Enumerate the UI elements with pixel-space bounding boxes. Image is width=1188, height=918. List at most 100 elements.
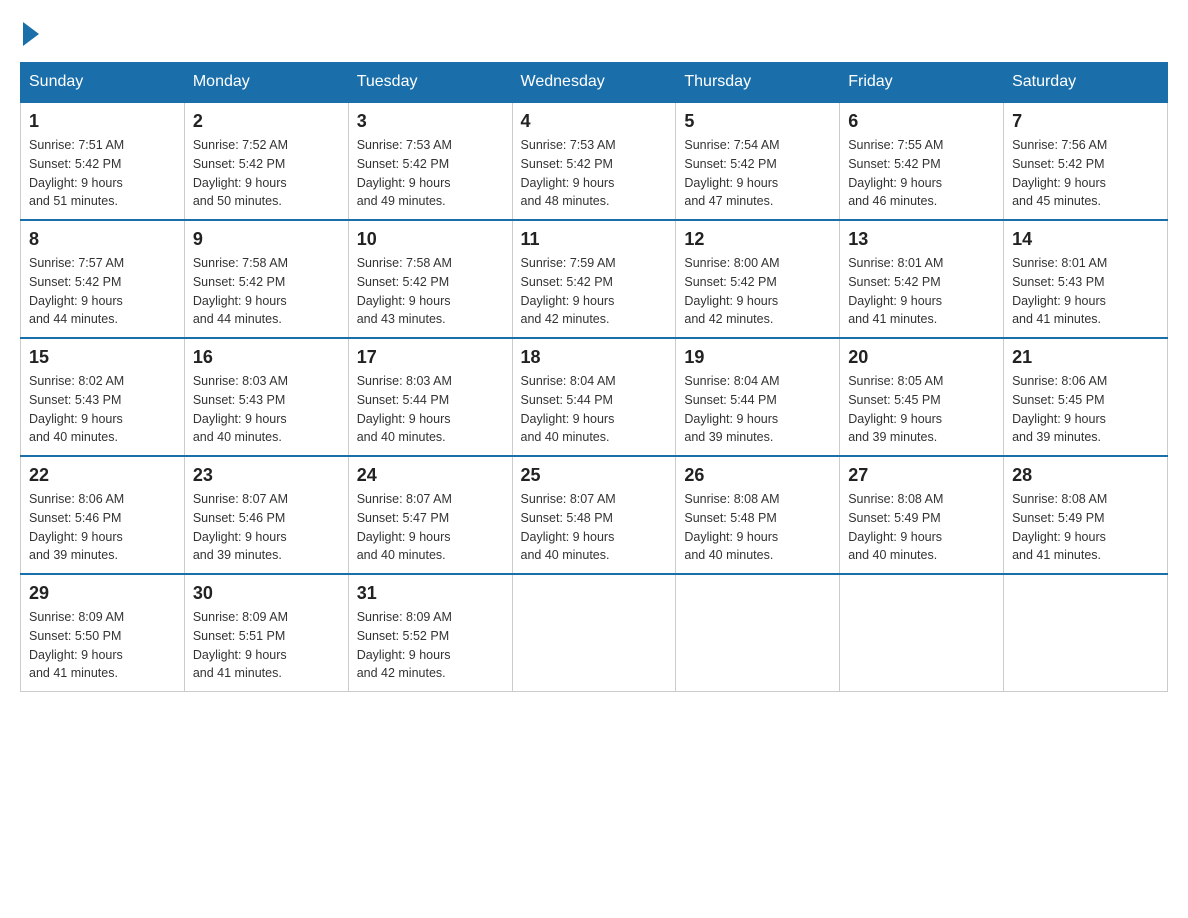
day-info: Sunrise: 7:59 AMSunset: 5:42 PMDaylight:…	[521, 254, 668, 329]
day-info: Sunrise: 8:03 AMSunset: 5:44 PMDaylight:…	[357, 372, 504, 447]
day-info: Sunrise: 8:05 AMSunset: 5:45 PMDaylight:…	[848, 372, 995, 447]
day-info: Sunrise: 8:07 AMSunset: 5:48 PMDaylight:…	[521, 490, 668, 565]
calendar-cell	[676, 574, 840, 692]
day-number: 2	[193, 111, 340, 132]
day-number: 1	[29, 111, 176, 132]
calendar-table: SundayMondayTuesdayWednesdayThursdayFrid…	[20, 62, 1168, 692]
day-number: 22	[29, 465, 176, 486]
weekday-header-wednesday: Wednesday	[512, 63, 676, 103]
day-info: Sunrise: 8:04 AMSunset: 5:44 PMDaylight:…	[521, 372, 668, 447]
day-number: 30	[193, 583, 340, 604]
day-number: 9	[193, 229, 340, 250]
day-number: 7	[1012, 111, 1159, 132]
day-info: Sunrise: 8:09 AMSunset: 5:51 PMDaylight:…	[193, 608, 340, 683]
day-number: 23	[193, 465, 340, 486]
calendar-cell: 26 Sunrise: 8:08 AMSunset: 5:48 PMDayligh…	[676, 456, 840, 574]
day-number: 26	[684, 465, 831, 486]
day-info: Sunrise: 7:53 AMSunset: 5:42 PMDaylight:…	[357, 136, 504, 211]
day-info: Sunrise: 7:58 AMSunset: 5:42 PMDaylight:…	[357, 254, 504, 329]
day-info: Sunrise: 7:54 AMSunset: 5:42 PMDaylight:…	[684, 136, 831, 211]
day-number: 15	[29, 347, 176, 368]
day-number: 31	[357, 583, 504, 604]
weekday-header-saturday: Saturday	[1004, 63, 1168, 103]
week-row-3: 15 Sunrise: 8:02 AMSunset: 5:43 PMDayligh…	[21, 338, 1168, 456]
day-number: 19	[684, 347, 831, 368]
day-info: Sunrise: 8:08 AMSunset: 5:49 PMDaylight:…	[848, 490, 995, 565]
calendar-cell: 6 Sunrise: 7:55 AMSunset: 5:42 PMDaylight…	[840, 102, 1004, 220]
calendar-cell: 2 Sunrise: 7:52 AMSunset: 5:42 PMDaylight…	[184, 102, 348, 220]
day-info: Sunrise: 8:06 AMSunset: 5:46 PMDaylight:…	[29, 490, 176, 565]
day-number: 29	[29, 583, 176, 604]
calendar-cell: 11 Sunrise: 7:59 AMSunset: 5:42 PMDayligh…	[512, 220, 676, 338]
calendar-cell: 15 Sunrise: 8:02 AMSunset: 5:43 PMDayligh…	[21, 338, 185, 456]
day-info: Sunrise: 8:04 AMSunset: 5:44 PMDaylight:…	[684, 372, 831, 447]
day-number: 13	[848, 229, 995, 250]
day-number: 6	[848, 111, 995, 132]
day-number: 4	[521, 111, 668, 132]
weekday-header-monday: Monday	[184, 63, 348, 103]
day-info: Sunrise: 7:55 AMSunset: 5:42 PMDaylight:…	[848, 136, 995, 211]
day-info: Sunrise: 7:57 AMSunset: 5:42 PMDaylight:…	[29, 254, 176, 329]
weekday-header-sunday: Sunday	[21, 63, 185, 103]
week-row-4: 22 Sunrise: 8:06 AMSunset: 5:46 PMDayligh…	[21, 456, 1168, 574]
calendar-cell: 5 Sunrise: 7:54 AMSunset: 5:42 PMDaylight…	[676, 102, 840, 220]
day-info: Sunrise: 7:53 AMSunset: 5:42 PMDaylight:…	[521, 136, 668, 211]
day-number: 21	[1012, 347, 1159, 368]
calendar-cell	[840, 574, 1004, 692]
calendar-cell: 12 Sunrise: 8:00 AMSunset: 5:42 PMDayligh…	[676, 220, 840, 338]
day-info: Sunrise: 8:07 AMSunset: 5:47 PMDaylight:…	[357, 490, 504, 565]
day-info: Sunrise: 7:56 AMSunset: 5:42 PMDaylight:…	[1012, 136, 1159, 211]
day-info: Sunrise: 8:08 AMSunset: 5:48 PMDaylight:…	[684, 490, 831, 565]
day-number: 16	[193, 347, 340, 368]
day-number: 12	[684, 229, 831, 250]
weekday-header-row: SundayMondayTuesdayWednesdayThursdayFrid…	[21, 63, 1168, 103]
calendar-cell: 20 Sunrise: 8:05 AMSunset: 5:45 PMDayligh…	[840, 338, 1004, 456]
calendar-cell: 21 Sunrise: 8:06 AMSunset: 5:45 PMDayligh…	[1004, 338, 1168, 456]
day-info: Sunrise: 8:09 AMSunset: 5:52 PMDaylight:…	[357, 608, 504, 683]
day-info: Sunrise: 8:08 AMSunset: 5:49 PMDaylight:…	[1012, 490, 1159, 565]
week-row-5: 29 Sunrise: 8:09 AMSunset: 5:50 PMDayligh…	[21, 574, 1168, 692]
day-info: Sunrise: 8:06 AMSunset: 5:45 PMDaylight:…	[1012, 372, 1159, 447]
day-info: Sunrise: 7:51 AMSunset: 5:42 PMDaylight:…	[29, 136, 176, 211]
calendar-cell: 4 Sunrise: 7:53 AMSunset: 5:42 PMDaylight…	[512, 102, 676, 220]
day-info: Sunrise: 8:01 AMSunset: 5:43 PMDaylight:…	[1012, 254, 1159, 329]
calendar-cell	[512, 574, 676, 692]
day-number: 5	[684, 111, 831, 132]
weekday-header-tuesday: Tuesday	[348, 63, 512, 103]
calendar-cell: 30 Sunrise: 8:09 AMSunset: 5:51 PMDayligh…	[184, 574, 348, 692]
calendar-cell: 29 Sunrise: 8:09 AMSunset: 5:50 PMDayligh…	[21, 574, 185, 692]
day-info: Sunrise: 8:02 AMSunset: 5:43 PMDaylight:…	[29, 372, 176, 447]
calendar-cell: 10Sunrise: 7:58 AMSunset: 5:42 PMDayligh…	[348, 220, 512, 338]
calendar-cell: 7 Sunrise: 7:56 AMSunset: 5:42 PMDaylight…	[1004, 102, 1168, 220]
day-info: Sunrise: 7:52 AMSunset: 5:42 PMDaylight:…	[193, 136, 340, 211]
calendar-cell: 18 Sunrise: 8:04 AMSunset: 5:44 PMDayligh…	[512, 338, 676, 456]
day-info: Sunrise: 7:58 AMSunset: 5:42 PMDaylight:…	[193, 254, 340, 329]
calendar-cell: 19 Sunrise: 8:04 AMSunset: 5:44 PMDayligh…	[676, 338, 840, 456]
day-number: 18	[521, 347, 668, 368]
day-number: 24	[357, 465, 504, 486]
calendar-cell: 14 Sunrise: 8:01 AMSunset: 5:43 PMDayligh…	[1004, 220, 1168, 338]
day-info: Sunrise: 8:01 AMSunset: 5:42 PMDaylight:…	[848, 254, 995, 329]
calendar-cell: 16Sunrise: 8:03 AMSunset: 5:43 PMDayligh…	[184, 338, 348, 456]
day-info: Sunrise: 8:09 AMSunset: 5:50 PMDaylight:…	[29, 608, 176, 683]
day-number: 28	[1012, 465, 1159, 486]
day-info: Sunrise: 8:00 AMSunset: 5:42 PMDaylight:…	[684, 254, 831, 329]
calendar-cell: 28 Sunrise: 8:08 AMSunset: 5:49 PMDayligh…	[1004, 456, 1168, 574]
day-number: 11	[521, 229, 668, 250]
day-number: 3	[357, 111, 504, 132]
calendar-cell: 3 Sunrise: 7:53 AMSunset: 5:42 PMDaylight…	[348, 102, 512, 220]
day-number: 25	[521, 465, 668, 486]
day-number: 14	[1012, 229, 1159, 250]
day-number: 17	[357, 347, 504, 368]
logo-arrow-icon	[23, 22, 39, 46]
calendar-cell: 13 Sunrise: 8:01 AMSunset: 5:42 PMDayligh…	[840, 220, 1004, 338]
calendar-cell: 9 Sunrise: 7:58 AMSunset: 5:42 PMDaylight…	[184, 220, 348, 338]
week-row-2: 8Sunrise: 7:57 AMSunset: 5:42 PMDaylight…	[21, 220, 1168, 338]
day-number: 20	[848, 347, 995, 368]
calendar-cell	[1004, 574, 1168, 692]
calendar-cell: 25 Sunrise: 8:07 AMSunset: 5:48 PMDayligh…	[512, 456, 676, 574]
logo	[20, 20, 39, 42]
calendar-cell: 23 Sunrise: 8:07 AMSunset: 5:46 PMDayligh…	[184, 456, 348, 574]
day-info: Sunrise: 8:07 AMSunset: 5:46 PMDaylight:…	[193, 490, 340, 565]
calendar-cell: 31 Sunrise: 8:09 AMSunset: 5:52 PMDayligh…	[348, 574, 512, 692]
